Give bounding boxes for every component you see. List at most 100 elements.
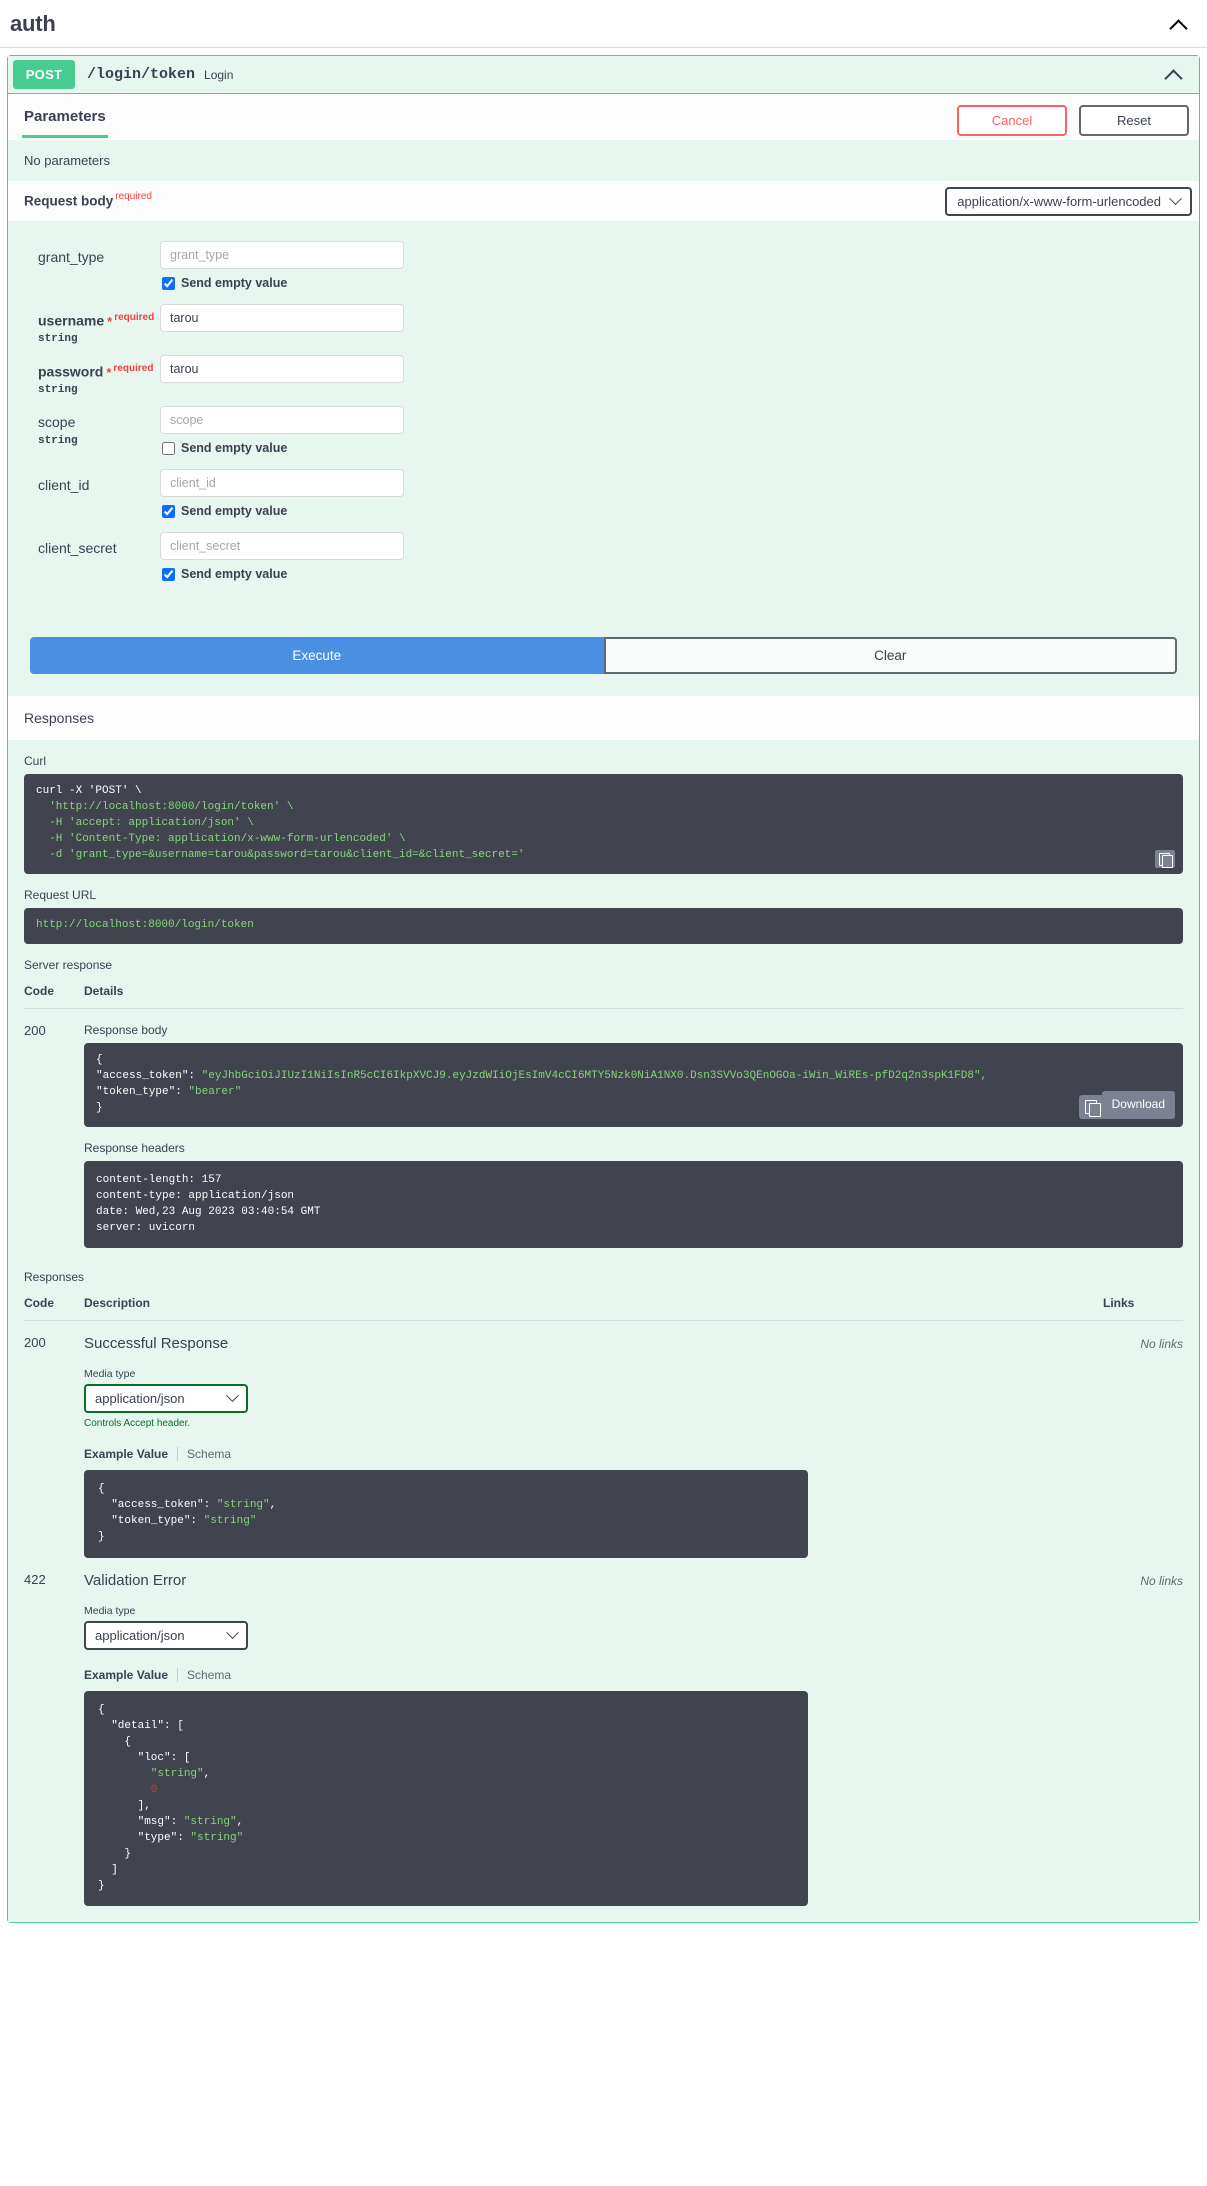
form-row-scope: scope string Send empty value (8, 406, 1199, 455)
page-title: auth (10, 10, 56, 36)
client_secret-input[interactable] (160, 532, 404, 561)
form-spacer (8, 591, 1199, 617)
operation-block: POST /login/token Login Parameters Cance… (7, 55, 1200, 1924)
send-empty-checkbox[interactable] (162, 276, 175, 290)
send-empty-checkbox[interactable] (162, 567, 175, 581)
chevron-down-icon (226, 1389, 239, 1403)
field-type: string (38, 384, 78, 397)
field-label-scope: scope string (38, 406, 160, 455)
request-url-section: Request URL http://localhost:8000/login/… (24, 888, 1183, 944)
field-name: password (38, 363, 104, 380)
media-type-value: application/json (95, 1391, 185, 1407)
content-type-value: application/x-www-form-urlencoded (957, 193, 1161, 209)
media-type-select-422[interactable]: application/json (84, 1621, 248, 1651)
response-body-label: Response body (84, 1022, 168, 1037)
operation-body: Parameters Cancel Reset No parameters Re… (8, 94, 1199, 1923)
send-empty-label: Send empty value (181, 441, 288, 456)
send-empty-client_secret[interactable]: Send empty value (160, 567, 1199, 581)
field-type: string (38, 333, 78, 346)
parameters-actions: Cancel Reset (957, 104, 1189, 140)
operation-path: /login/token (87, 66, 196, 83)
table-row: 200 Response body { "access_token": "eyJ… (24, 1008, 1183, 1249)
field-name: username (38, 312, 105, 329)
password-input[interactable] (160, 355, 404, 384)
scope-input[interactable] (160, 406, 404, 435)
field-control-username (160, 304, 1199, 345)
media-type-select-200[interactable]: application/json (84, 1384, 248, 1414)
tab-schema[interactable]: Schema (178, 1447, 231, 1461)
request-body-required-badge: required (115, 191, 152, 203)
reset-button[interactable]: Reset (1079, 104, 1189, 136)
send-empty-checkbox[interactable] (162, 504, 175, 518)
response-headers-block: content-length: 157 content-type: applic… (84, 1160, 1183, 1249)
server-response-section: Server response Code Details 200 Respons… (24, 958, 1183, 1249)
chevron-up-icon[interactable] (1169, 13, 1191, 35)
responses-doc-table: Code Description Links 200 Successful Re… (24, 1290, 1183, 1907)
clear-button[interactable]: Clear (603, 637, 1177, 675)
access-token-value: "eyJhbGciOiJIUzI1NiIsInR5cCI6IkpXVCJ9.ey… (201, 1069, 988, 1082)
table-row: 422 Validation Error Media type applicat… (24, 1558, 1183, 1907)
operation-summary[interactable]: POST /login/token Login (8, 56, 1199, 94)
send-empty-label: Send empty value (181, 504, 288, 519)
tab-example-value[interactable]: Example Value (84, 1668, 179, 1683)
execute-button[interactable]: Execute (30, 637, 604, 675)
table-header-row: Code Description Links (24, 1290, 1183, 1322)
response-headers-label: Response headers (84, 1140, 185, 1155)
client_id-input[interactable] (160, 469, 404, 498)
curl-line-1: curl -X 'POST' \ (36, 785, 142, 798)
field-name: grant_type (38, 249, 105, 265)
col-code: Code (24, 1290, 84, 1322)
media-type-label: Media type (84, 1605, 136, 1618)
response-body-open: { (96, 1053, 103, 1066)
curl-label: Curl (24, 754, 47, 769)
request-body-header: Request body required application/x-www-f… (8, 181, 1199, 221)
download-button[interactable]: Download (1101, 1091, 1175, 1119)
table-header-row: Code Details (24, 977, 1183, 1009)
field-label-grant_type: grant_type (38, 241, 160, 290)
form-row-password: password * required string (8, 355, 1199, 396)
token-type-key: "token_type": (96, 1085, 189, 1098)
chevron-up-icon[interactable] (1165, 65, 1185, 85)
col-details: Details (84, 977, 1183, 1009)
example-value-block-200: { "access_token": "string", "token_type"… (84, 1470, 808, 1559)
send-empty-client_id[interactable]: Send empty value (160, 504, 1199, 518)
no-links-200: No links (1140, 1337, 1183, 1352)
response-header-2: content-type: application/json (96, 1189, 295, 1202)
request-body-form: grant_type Send empty value username*req… (8, 221, 1199, 630)
send-empty-grant_type[interactable]: Send empty value (160, 276, 1199, 290)
response-desc-cell-200: Successful Response Media type applicati… (84, 1321, 1103, 1559)
token-type-value: "bearer" (188, 1085, 242, 1098)
tab-schema[interactable]: Schema (178, 1668, 231, 1682)
table-row: 200 Successful Response Media type appli… (24, 1321, 1183, 1559)
field-name-wrap: username * required (38, 312, 160, 330)
col-links: Links (1103, 1290, 1183, 1322)
form-row-grant_type: grant_type Send empty value (8, 241, 1199, 290)
response-details-cell: Response body { "access_token": "eyJhbGc… (84, 1008, 1183, 1249)
tab-parameters[interactable]: Parameters (22, 106, 108, 138)
execute-row: Execute Clear (8, 629, 1199, 697)
field-label-client_secret: client_secret (38, 532, 160, 581)
required-badge: required (114, 312, 155, 323)
parameters-header: Parameters Cancel Reset (8, 94, 1199, 140)
copy-icon[interactable] (1155, 850, 1175, 868)
required-star-icon: * (107, 313, 113, 329)
operation-summary-text: Login (204, 67, 234, 82)
field-name: client_id (38, 477, 90, 494)
request-url-block: http://localhost:8000/login/token (24, 908, 1183, 944)
field-label-password: password * required string (38, 355, 160, 396)
send-empty-checkbox[interactable] (162, 441, 175, 455)
request-url-label: Request URL (24, 888, 97, 902)
grant_type-input[interactable] (160, 241, 404, 269)
tab-example-value[interactable]: Example Value (84, 1447, 179, 1462)
field-name: scope (38, 414, 76, 431)
response-description-422: Validation Error (84, 1572, 187, 1590)
curl-line-4: -H 'Content-Type: application/x-www-form… (36, 833, 406, 846)
response-description-200: Successful Response (84, 1335, 229, 1353)
server-response-table: Code Details 200 Response body { "access… (24, 977, 1183, 1249)
cancel-button[interactable]: Cancel (957, 104, 1067, 136)
content-type-select[interactable]: application/x-www-form-urlencoded (945, 186, 1192, 216)
tag-header[interactable]: auth (0, 0, 1207, 48)
send-empty-scope[interactable]: Send empty value (160, 441, 1199, 455)
username-input[interactable] (160, 304, 404, 332)
response-header-3: date: Wed,23 Aug 2023 03:40:54 GMT (96, 1205, 321, 1218)
